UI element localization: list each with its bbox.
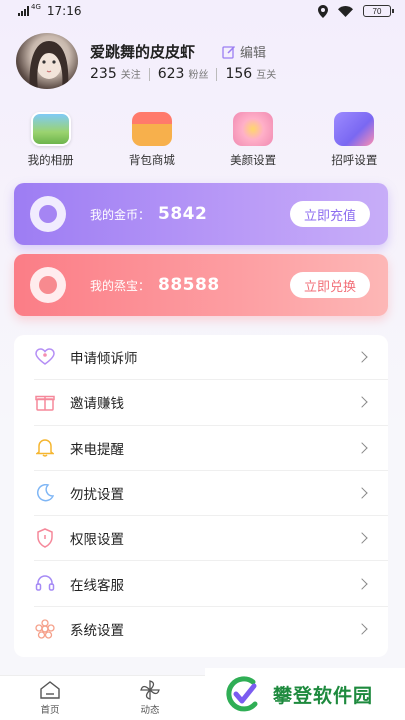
stat-label: 粉丝: [188, 70, 209, 81]
quick-action-greeting[interactable]: 招呼设置: [304, 112, 405, 172]
moon-icon: [34, 482, 56, 504]
battery-level: 70: [372, 6, 382, 16]
shield-icon: [34, 527, 56, 549]
money-bag-icon: [30, 267, 66, 303]
wifi-icon: [338, 5, 353, 17]
edit-icon: [222, 45, 236, 59]
menu-label: 权限设置: [70, 532, 124, 549]
network-type: 4G: [31, 3, 41, 11]
menu-item-system-settings[interactable]: 系统设置: [34, 607, 388, 652]
chevron-right-icon: [356, 396, 368, 409]
coins-card: 我的金币： 5842 立即充值: [14, 183, 388, 245]
status-right: 70: [318, 4, 394, 18]
watermark-text: 攀登软件园: [273, 684, 374, 707]
location-icon: [318, 4, 328, 18]
shop-icon: [131, 112, 172, 146]
pinwheel-icon: [140, 680, 160, 700]
chevron-right-icon: [356, 532, 368, 544]
quick-action-label: 背包商城: [128, 153, 175, 167]
menu-label: 系统设置: [70, 623, 124, 640]
edit-label: 编辑: [240, 46, 267, 61]
chevron-right-icon: [356, 623, 368, 636]
quick-action-label: 美颜设置: [230, 153, 277, 167]
tab-moments[interactable]: 动态: [100, 676, 200, 720]
treasure-value: 88588: [158, 275, 220, 295]
treasure-card: 我的烝宝： 88588 立即兑换: [14, 254, 388, 316]
treasure-label: 我的烝宝：: [90, 278, 151, 293]
exchange-button[interactable]: 立即兑换: [289, 272, 370, 298]
chevron-right-icon: [356, 577, 368, 590]
menu-item-invite[interactable]: 邀请赚钱: [34, 380, 388, 426]
menu-item-permissions[interactable]: 权限设置: [34, 516, 388, 562]
settings-menu: 申请倾诉师 邀请赚钱 来电提醒 勿扰设置 权限设置 在线客服 系统设置: [14, 335, 388, 657]
stat-fans[interactable]: 623 粉丝: [158, 66, 209, 82]
menu-item-call-reminder[interactable]: 来电提醒: [34, 426, 388, 471]
coins-value: 5842: [158, 204, 208, 224]
stat-following[interactable]: 235 关注: [90, 66, 141, 82]
stat-value: 235: [90, 66, 117, 82]
status-time: 17:16: [46, 4, 82, 18]
watermark-logo-icon: [226, 676, 258, 712]
menu-label: 勿扰设置: [70, 487, 124, 504]
avatar[interactable]: [16, 33, 78, 89]
quick-actions: 我的相册 背包商城 美颜设置 招呼设置: [0, 112, 405, 172]
flower-gear-icon: [34, 618, 56, 640]
menu-label: 邀请赚钱: [70, 396, 124, 413]
menu-label: 申请倾诉师: [70, 351, 138, 368]
battery-icon: 70: [363, 5, 394, 17]
watermark: 攀登软件园: [205, 668, 405, 720]
tab-home[interactable]: 首页: [0, 676, 100, 720]
status-bar: 4G 17:16 70: [0, 0, 405, 22]
greeting-icon: [334, 112, 375, 146]
recharge-button[interactable]: 立即充值: [289, 201, 370, 227]
coins-label: 我的金币：: [90, 207, 151, 222]
status-left: 4G 17:16: [18, 3, 82, 18]
chevron-right-icon: [356, 487, 368, 499]
chevron-right-icon: [356, 442, 368, 454]
profile-stats: 235 关注 623 粉丝 156 互关: [90, 66, 276, 82]
chevron-right-icon: [356, 351, 368, 363]
menu-item-do-not-disturb[interactable]: 勿扰设置: [34, 471, 388, 517]
divider: [216, 67, 218, 81]
menu-label: 来电提醒: [70, 441, 124, 458]
photo-album-icon: [30, 112, 71, 146]
quick-action-label: 招呼设置: [331, 153, 378, 167]
quick-action-beauty[interactable]: 美颜设置: [203, 112, 304, 172]
tab-label: 首页: [40, 705, 60, 716]
edit-profile-button[interactable]: 编辑: [222, 42, 266, 61]
quick-action-label: 我的相册: [27, 153, 74, 167]
coin-icon: [30, 196, 66, 232]
menu-label: 在线客服: [70, 577, 124, 594]
quick-action-album[interactable]: 我的相册: [0, 112, 101, 172]
gift-icon: [34, 391, 56, 413]
menu-item-apply-listener[interactable]: 申请倾诉师: [34, 335, 388, 381]
heart-chat-icon: [34, 346, 56, 368]
stat-label: 关注: [120, 70, 141, 81]
bell-icon: [34, 437, 56, 459]
headset-icon: [34, 573, 56, 595]
home-icon: [40, 681, 60, 699]
signal-icon: [18, 6, 29, 16]
quick-action-shop[interactable]: 背包商城: [101, 112, 202, 172]
stat-mutual[interactable]: 156 互关: [225, 66, 276, 82]
beauty-icon: [233, 112, 274, 146]
tab-label: 动态: [140, 705, 160, 716]
profile-header: 爱跳舞的皮皮虾 编辑 235 关注 623 粉丝 156 互关: [16, 33, 396, 93]
divider: [148, 67, 150, 81]
avatar-portrait: [29, 41, 69, 89]
stat-value: 623: [157, 66, 185, 82]
stat-value: 156: [225, 66, 253, 82]
menu-item-customer-service[interactable]: 在线客服: [34, 561, 388, 607]
stat-label: 互关: [256, 70, 277, 81]
nickname: 爱跳舞的皮皮虾: [90, 43, 196, 61]
